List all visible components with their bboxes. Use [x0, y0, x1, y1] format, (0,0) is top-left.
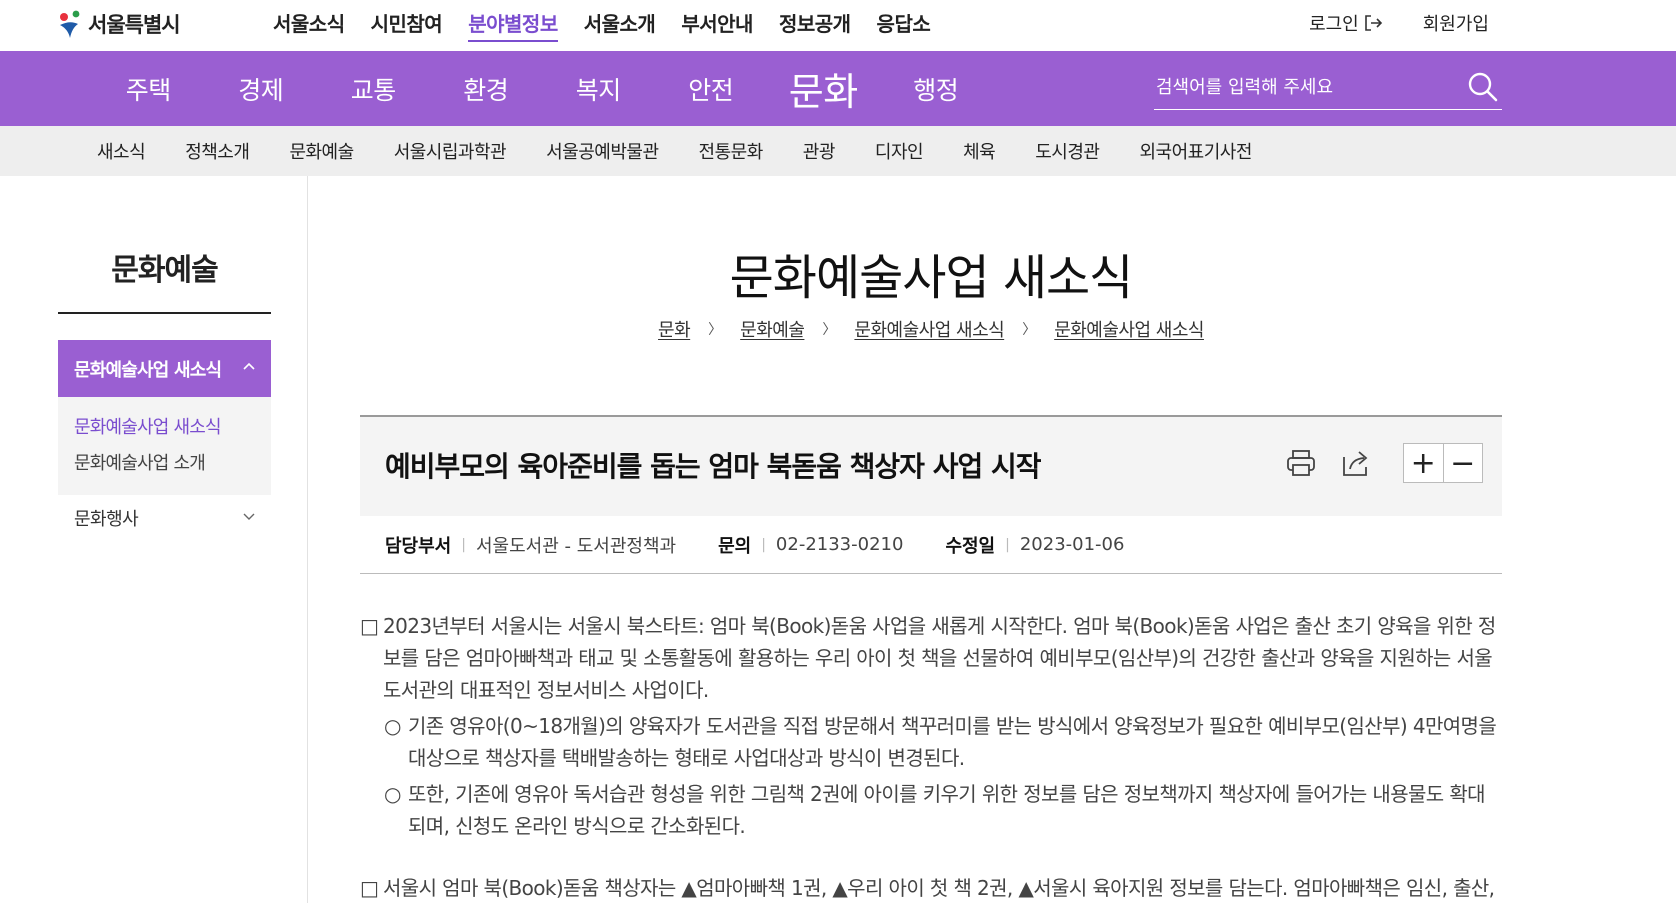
body-paragraph-text: 2023년부터 서울시는 서울시 북스타트: 엄마 북(Book)돋움 사업을 … — [383, 614, 1496, 702]
body-sub-item-text: 기존 영유아(0~18개월)의 양육자가 도서관을 직접 방문해서 책꾸러미를 … — [408, 714, 1497, 770]
main-nav-item-housing[interactable]: 주택 — [92, 71, 205, 107]
main-nav-item-safety[interactable]: 안전 — [655, 71, 768, 107]
seoul-logo-icon — [60, 10, 80, 38]
gnb-item-departments[interactable]: 부서안내 — [681, 8, 753, 42]
article-meta: 담당부서 | 서울도서관 - 도서관정책과 문의 | 02-2133-0210 … — [360, 516, 1502, 574]
sidebar-group-events-label: 문화행사 — [74, 509, 139, 530]
sidebar-submenu: 문화예술사업 새소식 문화예술사업 소개 — [58, 397, 271, 495]
signup-link[interactable]: 회원가입 — [1423, 10, 1489, 36]
article-title: 예비부모의 육아준비를 돕는 엄마 북돋움 책상자 사업 시작 — [385, 450, 1041, 483]
gnb-item-info-disclosure[interactable]: 정보공개 — [779, 8, 851, 42]
share-icon[interactable] — [1340, 447, 1372, 479]
breadcrumb-item-culture[interactable]: 문화 — [658, 316, 691, 342]
sidebar-item-culture-intro[interactable]: 문화예술사업 소개 — [74, 449, 271, 485]
body-paragraph-text: 서울시 엄마 북(Book)돋움 책상자는 ▲엄마아빠책 1권, ▲우리 아이 … — [383, 876, 1495, 900]
sidebar-group-events[interactable]: 문화행사 — [58, 505, 271, 541]
main-nav-item-culture[interactable]: 문화 — [767, 61, 880, 116]
body-paragraph: □ 2023년부터 서울시는 서울시 북스타트: 엄마 북(Book)돋움 사업… — [360, 610, 1502, 706]
gnb-item-citizen[interactable]: 시민참여 — [371, 8, 443, 42]
meta-divider: | — [1005, 536, 1010, 553]
breadcrumb-item-current[interactable]: 문화예술사업 새소식 — [1054, 316, 1204, 342]
breadcrumb-separator-icon: 〉 — [708, 322, 723, 338]
article-header: 예비부모의 육아준비를 돕는 엄마 북돋움 책상자 사업 시작 + − — [360, 415, 1502, 516]
breadcrumb-separator-icon: 〉 — [822, 322, 837, 338]
global-nav: 서울소식 시민참여 분야별정보 서울소개 부서안내 정보공개 응답소 — [273, 8, 956, 42]
sub-nav-item-foreign-dictionary[interactable]: 외국어표기사전 — [1139, 138, 1252, 164]
meta-divider: | — [461, 536, 466, 553]
gnb-item-seoul-news[interactable]: 서울소식 — [273, 8, 345, 42]
circle-bullet: ○ — [384, 714, 401, 738]
print-icon[interactable] — [1285, 447, 1317, 479]
sub-nav: 새소식 정책소개 문화예술 서울시립과학관 서울공예박물관 전통문화 관광 디자… — [0, 126, 1676, 176]
chevron-up-icon — [243, 362, 255, 370]
meta-modified-value: 2023-01-06 — [1019, 534, 1125, 555]
main-nav-item-traffic[interactable]: 교통 — [317, 71, 430, 107]
sub-nav-item-news[interactable]: 새소식 — [97, 138, 146, 164]
square-bullet: □ — [360, 614, 379, 638]
sub-nav-item-craft-museum[interactable]: 서울공예박물관 — [546, 138, 659, 164]
sidebar-group-active[interactable]: 문화예술사업 새소식 — [58, 340, 271, 397]
gnb-item-about-seoul[interactable]: 서울소개 — [584, 8, 656, 42]
zoom-controls: + − — [1403, 443, 1483, 483]
meta-dept-label: 담당부서 — [385, 535, 452, 557]
search-icon[interactable] — [1466, 70, 1500, 104]
sub-nav-item-science-museum[interactable]: 서울시립과학관 — [394, 138, 507, 164]
page-title: 문화예술사업 새소식 — [729, 250, 1134, 306]
main-nav: 주택 경제 교통 환경 복지 안전 문화 행정 — [0, 51, 1676, 126]
meta-dept-value: 서울도서관 - 도서관정책과 — [475, 535, 677, 557]
meta-modified-label: 수정일 — [945, 535, 996, 557]
breadcrumb: 문화 〉 문화예술 〉 문화예술사업 새소식 〉 문화예술사업 새소식 — [308, 316, 1554, 342]
meta-divider: | — [761, 536, 766, 553]
breadcrumb-item-culture-arts[interactable]: 문화예술 — [740, 316, 805, 342]
gnb-item-field-info[interactable]: 분야별정보 — [468, 8, 558, 42]
meta-contact-label: 문의 — [718, 535, 752, 557]
sidebar-group-label: 문화예술사업 새소식 — [74, 359, 222, 381]
article-body: □ 2023년부터 서울시는 서울시 북스타트: 엄마 북(Book)돋움 사업… — [360, 610, 1502, 908]
logout-arrow-icon — [1364, 15, 1382, 31]
body-paragraph: □ 서울시 엄마 북(Book)돋움 책상자는 ▲엄마아빠책 1권, ▲우리 아… — [360, 872, 1502, 904]
main-nav-item-administration[interactable]: 행정 — [880, 71, 993, 107]
zoom-in-button[interactable]: + — [1404, 444, 1443, 482]
chevron-down-icon — [243, 513, 255, 520]
search-input[interactable] — [1154, 70, 1444, 104]
main-nav-item-environment[interactable]: 환경 — [430, 71, 543, 107]
sub-nav-item-culture-arts[interactable]: 문화예술 — [289, 138, 354, 164]
login-link[interactable]: 로그인 — [1309, 10, 1383, 36]
breadcrumb-separator-icon: 〉 — [1022, 322, 1037, 338]
body-sub-item: ○ 또한, 기존에 영유아 독서습관 형성을 위한 그림책 2권에 아이를 키우… — [360, 778, 1502, 842]
gnb-item-eungdapso[interactable]: 응답소 — [877, 8, 931, 42]
sidebar-title-rule — [58, 312, 271, 314]
sidebar-title: 문화예술 — [111, 253, 218, 288]
square-bullet: □ — [360, 876, 379, 900]
sub-nav-item-design[interactable]: 디자인 — [875, 138, 924, 164]
main-nav-item-economy[interactable]: 경제 — [205, 71, 318, 107]
sub-nav-item-cityscape[interactable]: 도시경관 — [1035, 138, 1100, 164]
util-menu: 로그인 회원가입 — [1309, 10, 1489, 36]
sidebar-item-culture-news[interactable]: 문화예술사업 새소식 — [74, 413, 271, 449]
body-sub-item: ○ 기존 영유아(0~18개월)의 양육자가 도서관을 직접 방문해서 책꾸러미… — [360, 710, 1502, 774]
sub-nav-item-policy[interactable]: 정책소개 — [185, 138, 250, 164]
seoul-logo[interactable]: 서울특별시 — [56, 4, 181, 44]
login-label: 로그인 — [1309, 14, 1359, 35]
breadcrumb-item-culture-news[interactable]: 문화예술사업 새소식 — [854, 316, 1004, 342]
meta-contact-value: 02-2133-0210 — [775, 534, 904, 555]
body-sub-item-text: 또한, 기존에 영유아 독서습관 형성을 위한 그림책 2권에 아이를 키우기 … — [408, 782, 1486, 838]
logo-text: 서울특별시 — [88, 13, 181, 37]
sub-nav-item-traditional[interactable]: 전통문화 — [699, 138, 764, 164]
sub-nav-item-sports[interactable]: 체육 — [963, 138, 996, 164]
sub-nav-item-tourism[interactable]: 관광 — [803, 138, 836, 164]
zoom-out-button[interactable]: − — [1442, 444, 1483, 482]
search-box — [1154, 64, 1502, 110]
main-nav-item-welfare[interactable]: 복지 — [542, 71, 655, 107]
circle-bullet: ○ — [384, 782, 401, 806]
top-bar: 서울특별시 서울소식 시민참여 분야별정보 서울소개 부서안내 정보공개 응답소… — [0, 0, 1676, 51]
